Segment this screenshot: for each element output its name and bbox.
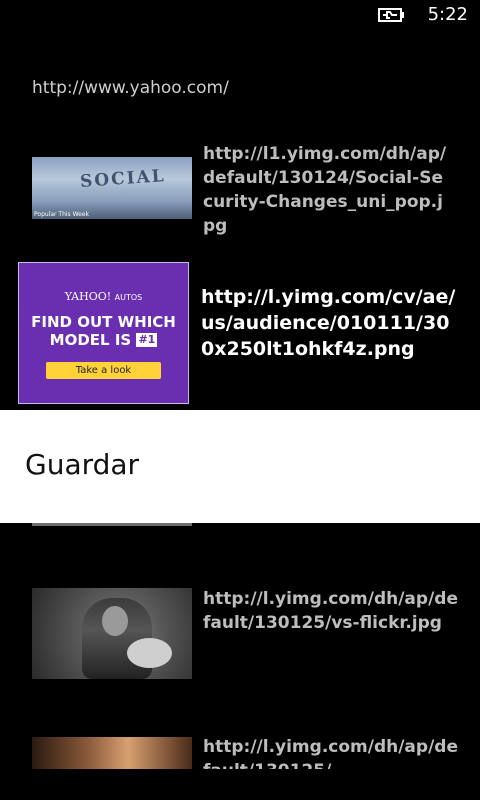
- thumbnail-caption: Popular This Week: [34, 211, 90, 218]
- list-bottom-edge: [0, 769, 480, 800]
- battery-charging-icon: [378, 8, 404, 22]
- ad-take-a-look-button: Take a look: [46, 362, 161, 379]
- context-menu-save-item[interactable]: Guardar: [25, 448, 139, 481]
- ad-headline: FIND OUT WHICH MODEL IS #1: [19, 313, 188, 349]
- ad-headline-line-2-text: MODEL IS: [49, 331, 132, 349]
- image-list-screen: 5:22 http://www.yahoo.com/ SOCIAL Popula…: [0, 0, 480, 800]
- ad-brand-sub: AUTOS: [114, 293, 143, 302]
- ad-thumbnail-image[interactable]: YAHOO! AUTOS FIND OUT WHICH MODEL IS #1 …: [18, 262, 189, 404]
- image-url-label: http://l.yimg.com/dh/ap/default/130125/v…: [203, 589, 458, 633]
- image-url-label: http://l.yimg.com/cv/ae/us/audience/0101…: [201, 286, 456, 360]
- partially-hidden-thumbnail: [32, 523, 192, 526]
- thumbnail-image[interactable]: SOCIAL Popular This Week: [32, 157, 192, 219]
- status-bar: 5:22: [0, 0, 480, 32]
- ad-headline-line-1: FIND OUT WHICH: [31, 313, 176, 331]
- ad-brand: YAHOO! AUTOS: [19, 290, 188, 303]
- thumbnail-word: SOCIAL: [79, 166, 167, 192]
- ad-brand-name: YAHOO!: [64, 290, 112, 303]
- thumbnail-image[interactable]: [32, 737, 192, 769]
- thumbnail-image[interactable]: [32, 588, 192, 679]
- photo-face: [102, 606, 128, 636]
- context-menu: Guardar: [0, 410, 480, 523]
- page-url: http://www.yahoo.com/: [32, 78, 229, 98]
- ad-badge: #1: [136, 333, 158, 347]
- clock: 5:22: [427, 4, 468, 25]
- ad-headline-line-2: MODEL IS #1: [19, 331, 188, 349]
- photo-baby: [127, 638, 172, 668]
- image-url-label: http://l1.yimg.com/dh/ap/default/130124/…: [203, 144, 447, 236]
